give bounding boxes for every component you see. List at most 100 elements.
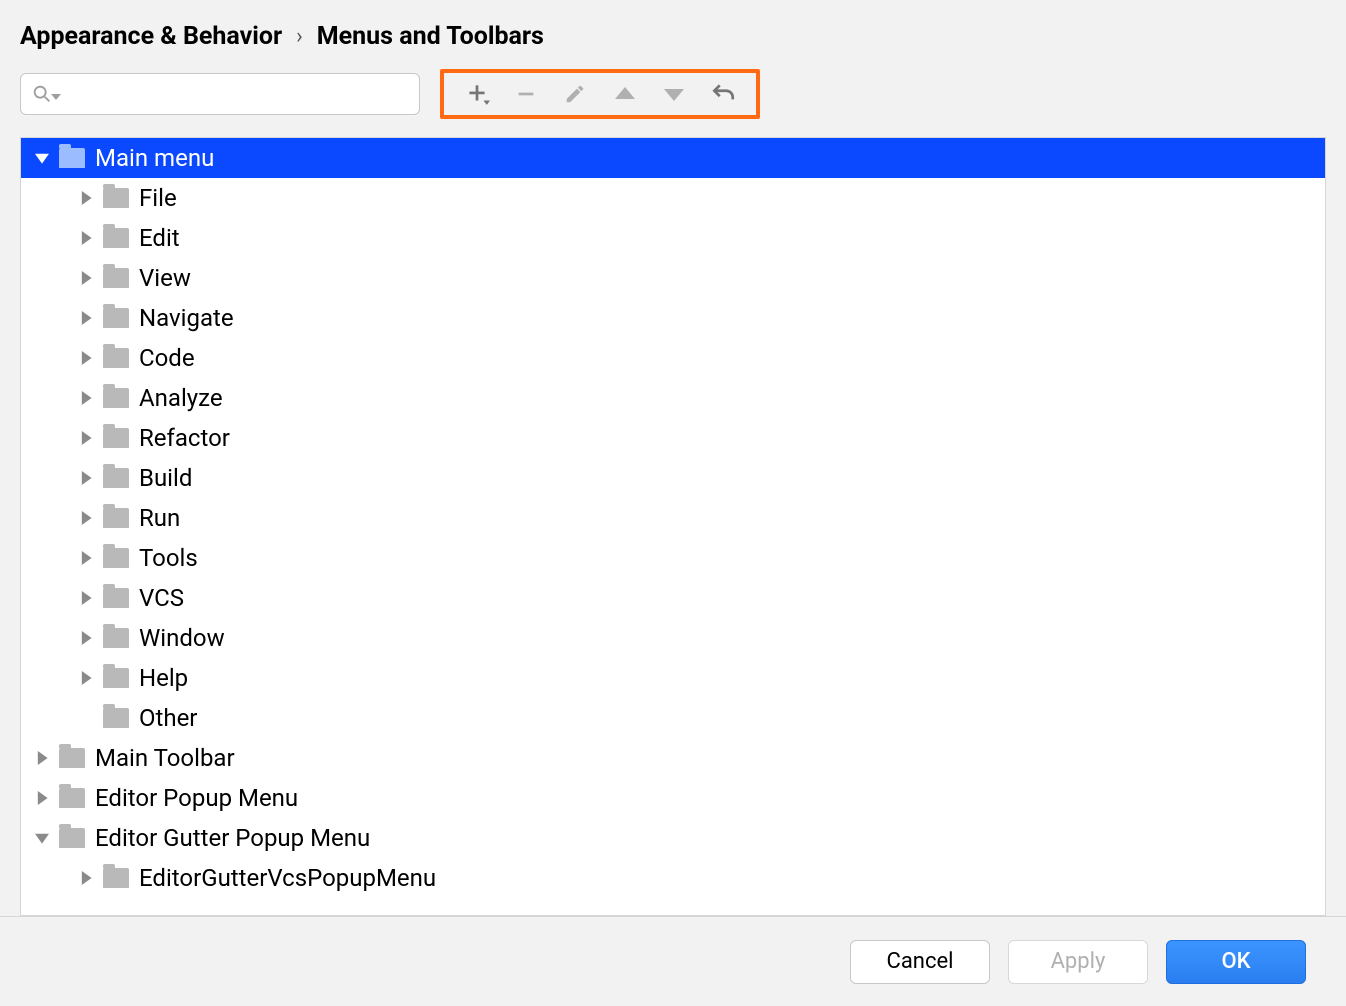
tree-row[interactable]: Window bbox=[21, 618, 1325, 658]
disclosure-closed-icon[interactable] bbox=[33, 749, 51, 767]
disclosure-closed-icon[interactable] bbox=[77, 669, 95, 687]
disclosure-closed-icon[interactable] bbox=[77, 229, 95, 247]
revert-button[interactable] bbox=[701, 74, 745, 114]
folder-icon bbox=[103, 228, 129, 248]
disclosure-closed-icon[interactable] bbox=[77, 349, 95, 367]
undo-icon bbox=[710, 81, 736, 107]
folder-icon bbox=[103, 308, 129, 328]
tree-label: EditorGutterVcsPopupMenu bbox=[139, 864, 436, 892]
ok-button[interactable]: OK bbox=[1166, 940, 1306, 984]
minus-icon bbox=[515, 83, 537, 105]
triangle-down-icon bbox=[664, 87, 684, 101]
add-button[interactable] bbox=[455, 74, 499, 114]
folder-icon bbox=[103, 188, 129, 208]
pencil-icon bbox=[564, 83, 586, 105]
apply-button[interactable]: Apply bbox=[1008, 940, 1148, 984]
tree-row[interactable]: Tools bbox=[21, 538, 1325, 578]
tree-row[interactable]: Edit bbox=[21, 218, 1325, 258]
cancel-button[interactable]: Cancel bbox=[850, 940, 990, 984]
disclosure-closed-icon[interactable] bbox=[77, 869, 95, 887]
tree-label: Tools bbox=[139, 544, 198, 572]
chevron-right-icon: › bbox=[296, 24, 303, 49]
tree-row[interactable]: Other bbox=[21, 698, 1325, 738]
tree-row[interactable]: Editor Gutter Popup Menu bbox=[21, 818, 1325, 858]
tree-label: File bbox=[139, 184, 177, 212]
disclosure-closed-icon[interactable] bbox=[33, 789, 51, 807]
tree-row[interactable]: Editor Popup Menu bbox=[21, 778, 1325, 818]
plus-icon bbox=[464, 81, 490, 107]
tree-label: Other bbox=[139, 704, 197, 732]
folder-icon bbox=[103, 668, 129, 688]
tree-label: Editor Popup Menu bbox=[95, 784, 298, 812]
disclosure-closed-icon[interactable] bbox=[77, 429, 95, 447]
search-icon bbox=[31, 83, 53, 105]
triangle-up-icon bbox=[615, 87, 635, 101]
tree-label: Edit bbox=[139, 224, 180, 252]
search-field[interactable] bbox=[61, 82, 409, 107]
folder-icon bbox=[59, 748, 85, 768]
tree-label: Refactor bbox=[139, 424, 230, 452]
tree-row[interactable]: Main Toolbar bbox=[21, 738, 1325, 778]
dialog-footer: Cancel Apply OK bbox=[0, 916, 1346, 1006]
breadcrumb-section[interactable]: Appearance & Behavior bbox=[20, 22, 282, 51]
tree-label: Window bbox=[139, 624, 225, 652]
disclosure-open-icon[interactable] bbox=[33, 149, 51, 167]
disclosure-open-icon[interactable] bbox=[33, 829, 51, 847]
edit-button[interactable] bbox=[553, 74, 597, 114]
tree-row[interactable]: Build bbox=[21, 458, 1325, 498]
breadcrumb: Appearance & Behavior › Menus and Toolba… bbox=[20, 22, 1326, 51]
tree-row[interactable]: Analyze bbox=[21, 378, 1325, 418]
disclosure-closed-icon[interactable] bbox=[77, 269, 95, 287]
search-input[interactable] bbox=[20, 73, 420, 115]
tree-row[interactable]: View bbox=[21, 258, 1325, 298]
tree-panel[interactable]: Main menu File Edit View Navigate Code Analyze… bbox=[20, 137, 1326, 916]
tree-row[interactable]: VCS bbox=[21, 578, 1325, 618]
folder-icon bbox=[59, 828, 85, 848]
tree-row[interactable]: Help bbox=[21, 658, 1325, 698]
folder-icon bbox=[59, 148, 85, 168]
folder-icon bbox=[103, 708, 129, 728]
folder-icon bbox=[103, 348, 129, 368]
move-down-button[interactable] bbox=[652, 74, 696, 114]
disclosure-closed-icon[interactable] bbox=[77, 509, 95, 527]
tree-row[interactable]: Code bbox=[21, 338, 1325, 378]
tree-label: Help bbox=[139, 664, 188, 692]
disclosure-closed-icon[interactable] bbox=[77, 589, 95, 607]
tree-row[interactable]: EditorGutterVcsPopupMenu bbox=[21, 858, 1325, 898]
action-toolbar bbox=[440, 69, 760, 119]
tree-label: VCS bbox=[139, 584, 184, 612]
tree-label: Code bbox=[139, 344, 195, 372]
folder-icon bbox=[59, 788, 85, 808]
tree-label: Main menu bbox=[95, 144, 214, 172]
tree-label: View bbox=[139, 264, 191, 292]
tree-row[interactable]: Run bbox=[21, 498, 1325, 538]
disclosure-closed-icon[interactable] bbox=[77, 309, 95, 327]
folder-icon bbox=[103, 868, 129, 888]
folder-icon bbox=[103, 468, 129, 488]
tree-label: Run bbox=[139, 504, 180, 532]
disclosure-closed-icon[interactable] bbox=[77, 549, 95, 567]
move-up-button[interactable] bbox=[603, 74, 647, 114]
disclosure-closed-icon[interactable] bbox=[77, 629, 95, 647]
disclosure-closed-icon[interactable] bbox=[77, 189, 95, 207]
folder-icon bbox=[103, 428, 129, 448]
tree-row[interactable]: Main menu bbox=[21, 138, 1325, 178]
folder-icon bbox=[103, 268, 129, 288]
folder-icon bbox=[103, 588, 129, 608]
remove-button[interactable] bbox=[504, 74, 548, 114]
folder-icon bbox=[103, 628, 129, 648]
folder-icon bbox=[103, 548, 129, 568]
folder-icon bbox=[103, 508, 129, 528]
folder-icon bbox=[103, 388, 129, 408]
chevron-down-icon bbox=[51, 94, 61, 104]
breadcrumb-page: Menus and Toolbars bbox=[317, 22, 544, 51]
disclosure-closed-icon[interactable] bbox=[77, 469, 95, 487]
tree-label: Editor Gutter Popup Menu bbox=[95, 824, 370, 852]
disclosure-closed-icon[interactable] bbox=[77, 389, 95, 407]
tree-label: Main Toolbar bbox=[95, 744, 235, 772]
tree-label: Build bbox=[139, 464, 192, 492]
tree-label: Navigate bbox=[139, 304, 234, 332]
tree-row[interactable]: File bbox=[21, 178, 1325, 218]
tree-row[interactable]: Navigate bbox=[21, 298, 1325, 338]
tree-row[interactable]: Refactor bbox=[21, 418, 1325, 458]
